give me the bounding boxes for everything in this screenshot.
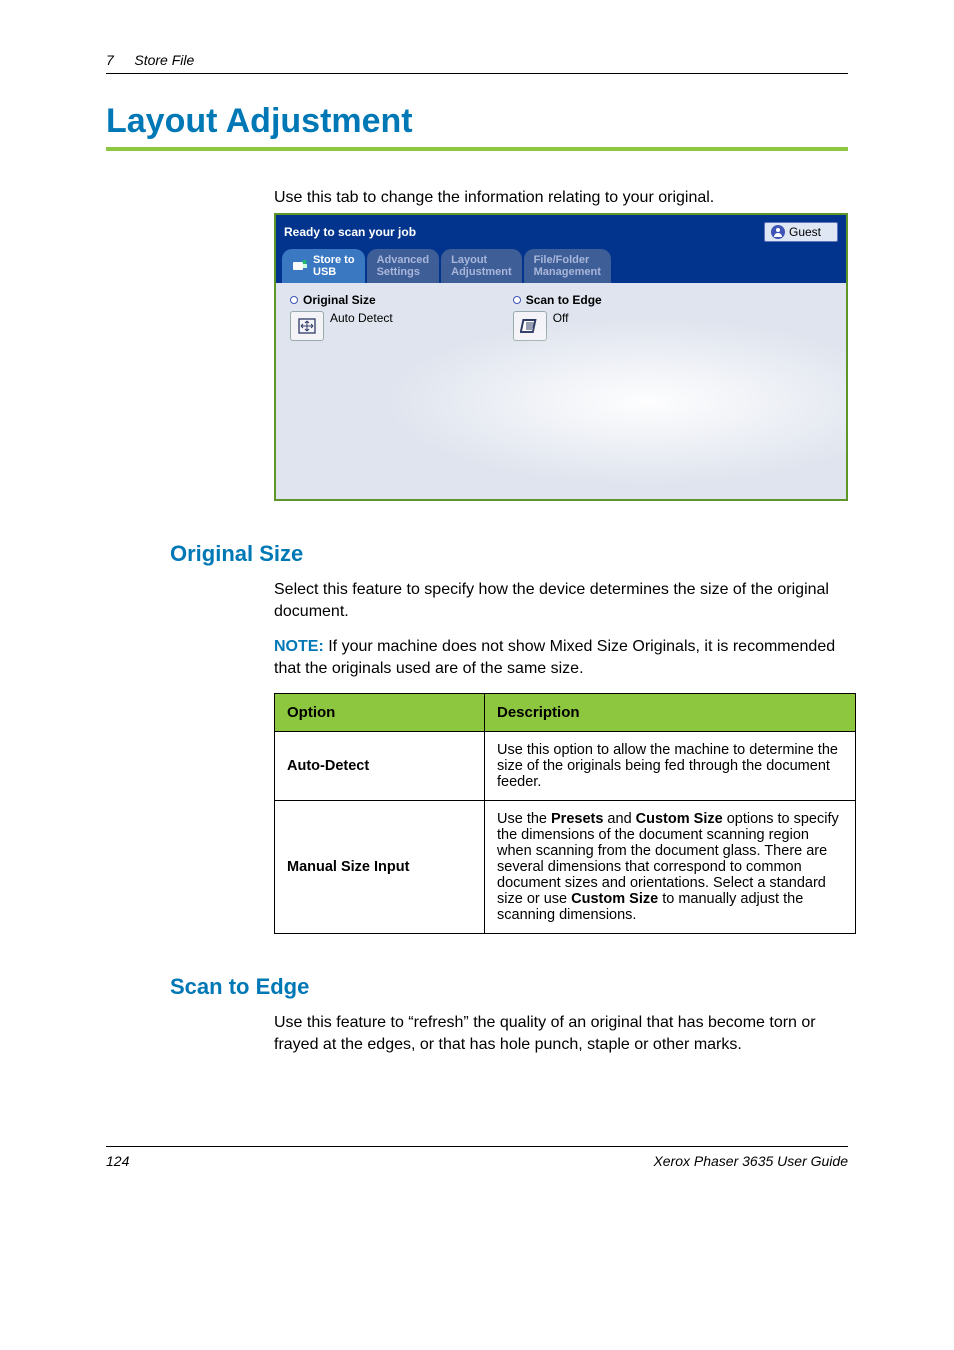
original-size-button[interactable]: Auto Detect (290, 311, 393, 341)
doc-title: Xerox Phaser 3635 User Guide (653, 1153, 848, 1169)
original-size-p1: Select this feature to specify how the d… (274, 579, 848, 622)
opt-scan-to-edge-title: Scan to Edge (526, 293, 602, 307)
tab-layout[interactable]: Layout Adjustment (441, 249, 522, 283)
note-label: NOTE: (274, 638, 324, 655)
tab-ff-line2: Management (534, 266, 601, 278)
tab-layout-line1: Layout (451, 254, 487, 266)
usb-icon (292, 259, 308, 273)
table-row: Manual Size Input Use the Presets and Cu… (275, 801, 856, 934)
edge-icon (513, 311, 547, 341)
device-tab-bar: Store to USB Advanced Settings Layout Ad… (276, 249, 846, 283)
original-size-value: Auto Detect (330, 311, 393, 325)
bullet-icon (513, 296, 521, 304)
tab-layout-line2: Adjustment (451, 266, 512, 278)
option-name: Auto-Detect (275, 732, 485, 801)
option-desc: Use the Presets and Custom Size options … (485, 801, 856, 934)
title-rule (106, 147, 848, 151)
tab-adv-line2: Settings (377, 266, 420, 278)
device-screenshot: Ready to scan your job Guest Store to US… (274, 213, 848, 501)
page-footer: 124 Xerox Phaser 3635 User Guide (106, 1146, 848, 1169)
bullet-icon (290, 296, 298, 304)
chapter-title: Store File (134, 52, 194, 68)
tab-adv-line1: Advanced (377, 254, 430, 266)
tab-store-line2: USB (313, 266, 336, 278)
option-desc: Use this option to allow the machine to … (485, 732, 856, 801)
guest-button[interactable]: Guest (764, 222, 838, 242)
tab-advanced[interactable]: Advanced Settings (367, 249, 440, 283)
page-number: 124 (106, 1153, 129, 1169)
heading-original-size: Original Size (170, 541, 848, 567)
tab-store-usb[interactable]: Store to USB (282, 249, 365, 283)
opt-original-size-title: Original Size (303, 293, 376, 307)
scan-to-edge-button[interactable]: Off (513, 311, 602, 341)
th-description: Description (485, 694, 856, 732)
heading-scan-to-edge: Scan to Edge (170, 974, 848, 1000)
tab-filefolder[interactable]: File/Folder Management (524, 249, 611, 283)
page-header: 7 Store File (106, 52, 848, 74)
note-text: If your machine does not show Mixed Size… (274, 638, 835, 677)
th-option: Option (275, 694, 485, 732)
tab-store-line1: Store to (313, 254, 355, 266)
tab-ff-line1: File/Folder (534, 254, 590, 266)
autodetect-icon (290, 311, 324, 341)
intro-text: Use this tab to change the information r… (274, 189, 848, 207)
scan-to-edge-p1: Use this feature to “refresh” the qualit… (274, 1012, 848, 1055)
user-icon (771, 225, 785, 239)
chapter-number: 7 (106, 52, 114, 68)
original-size-note: NOTE: If your machine does not show Mixe… (274, 636, 848, 679)
page-title: Layout Adjustment (106, 102, 848, 141)
table-row: Auto-Detect Use this option to allow the… (275, 732, 856, 801)
options-table: Option Description Auto-Detect Use this … (274, 693, 856, 934)
device-status: Ready to scan your job (284, 225, 416, 239)
scan-to-edge-value: Off (553, 311, 569, 325)
option-name: Manual Size Input (275, 801, 485, 934)
guest-label: Guest (789, 225, 821, 239)
